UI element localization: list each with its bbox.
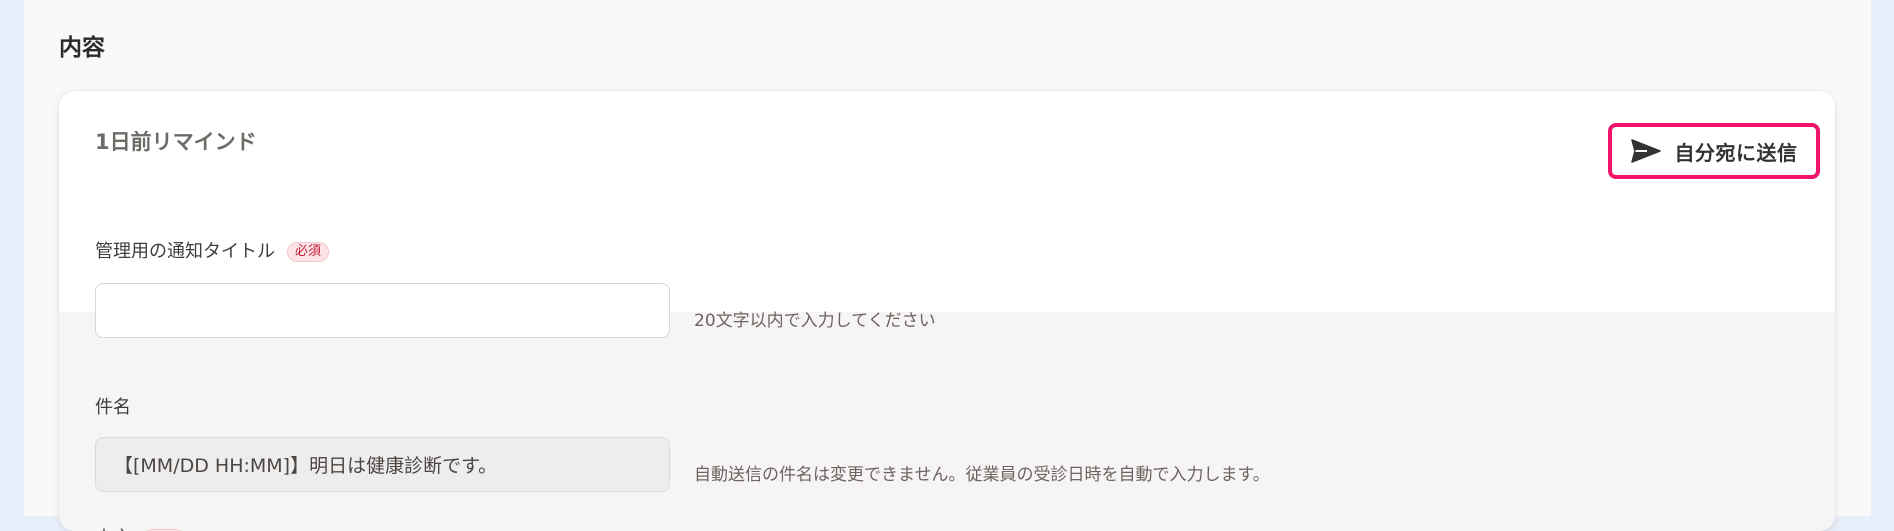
send-to-self-button[interactable]: 自分宛に送信 <box>1608 123 1820 179</box>
notification-title-label-row: 管理用の通知タイトル 必須 <box>95 241 330 263</box>
reminder-card: 1日前リマインド 自分宛に送信 管理用の通知タイトル 必須 20文字以内で入力し… <box>59 91 1835 531</box>
send-to-self-label: 自分宛に送信 <box>1674 140 1798 165</box>
required-badge: 必須 <box>287 242 330 262</box>
section-title: 内容 <box>59 35 105 61</box>
notification-title-input[interactable] <box>95 283 670 338</box>
content-panel: 内容 1日前リマインド 自分宛に送信 管理用の通知タイトル 必須 20文字以内で… <box>24 0 1871 531</box>
card-title: 1日前リマインド <box>95 130 257 154</box>
subject-label-row: 件名 <box>95 397 131 419</box>
card-editable-area <box>59 91 1835 312</box>
subject-input <box>95 437 670 492</box>
card-readonly-area <box>59 312 1835 531</box>
notification-title-hint: 20文字以内で入力してください <box>694 311 936 331</box>
notification-title-label: 管理用の通知タイトル <box>95 241 275 262</box>
paper-plane-icon <box>1630 139 1661 163</box>
subject-label: 件名 <box>95 397 131 418</box>
subject-hint: 自動送信の件名は変更できません。従業員の受診日時を自動で入力します。 <box>694 465 1270 485</box>
